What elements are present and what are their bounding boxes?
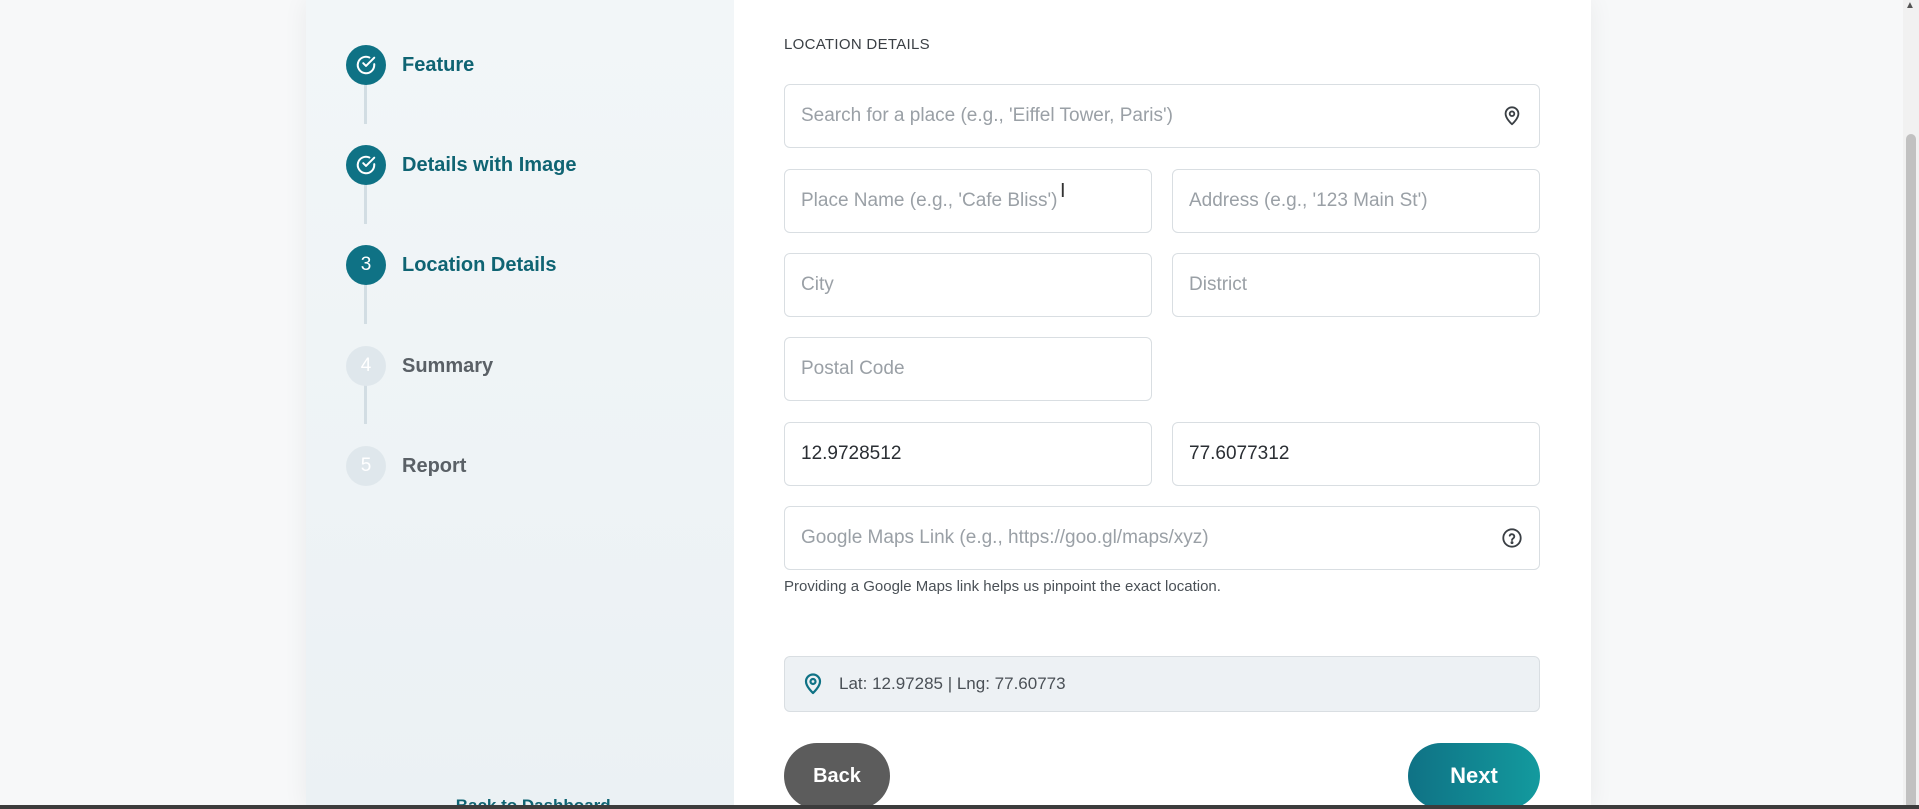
text-cursor-icon: I (1060, 180, 1066, 202)
step-label: Feature (402, 53, 475, 76)
maps-link-input[interactable] (801, 527, 1523, 549)
step-label: Report (402, 454, 467, 477)
scroll-up-icon[interactable]: ▲ (1905, 0, 1915, 11)
step-location-details[interactable]: 3 Location Details (346, 245, 556, 285)
maps-link-help-text: Providing a Google Maps link helps us pi… (784, 578, 1221, 595)
check-circle-icon (346, 145, 386, 185)
coordinates-display: Lat: 12.97285 | Lng: 77.60773 (784, 656, 1540, 712)
step-feature[interactable]: Feature (346, 45, 474, 85)
latitude-field (784, 422, 1152, 486)
step-connector (364, 384, 367, 424)
step-label: Location Details (402, 253, 557, 276)
place-name-field (784, 169, 1152, 233)
section-title: LOCATION DETAILS (784, 36, 930, 53)
scrollbar-thumb[interactable] (1906, 134, 1916, 809)
district-field (1172, 253, 1540, 317)
check-circle-icon (346, 45, 386, 85)
address-field (1172, 169, 1540, 233)
stepper-sidebar: Feature Details with Image 3 Location De… (306, 0, 734, 809)
step-details-with-image[interactable]: Details with Image (346, 145, 577, 185)
map-pin-icon (801, 672, 825, 696)
place-name-input[interactable] (801, 190, 1135, 212)
step-number: 3 (346, 245, 386, 285)
step-summary[interactable]: 4 Summary (346, 346, 493, 386)
search-input[interactable] (801, 105, 1523, 127)
back-button[interactable]: Back (784, 743, 890, 809)
address-input[interactable] (1189, 190, 1523, 212)
postal-code-input[interactable] (801, 358, 1135, 380)
search-field (784, 84, 1540, 148)
step-connector (364, 184, 367, 224)
next-button[interactable]: Next (1408, 743, 1540, 809)
step-connector (364, 284, 367, 324)
step-number: 5 (346, 446, 386, 486)
district-input[interactable] (1189, 274, 1523, 296)
step-label: Summary (402, 354, 494, 377)
postal-code-field (784, 337, 1152, 401)
longitude-field (1172, 422, 1540, 486)
form-card: Feature Details with Image 3 Location De… (306, 0, 1591, 809)
step-label: Details with Image (402, 153, 577, 176)
city-input[interactable] (801, 274, 1135, 296)
step-report[interactable]: 5 Report (346, 446, 466, 486)
city-field (784, 253, 1152, 317)
step-number: 4 (346, 346, 386, 386)
coordinates-text: Lat: 12.97285 | Lng: 77.60773 (839, 674, 1066, 693)
longitude-input[interactable] (1189, 443, 1523, 465)
window-bottom-edge (0, 805, 1919, 809)
location-form: LOCATION DETAILS Search for a place (e.g… (784, 0, 1540, 809)
latitude-input[interactable] (801, 443, 1135, 465)
question-circle-icon[interactable] (1501, 527, 1523, 549)
maps-link-field (784, 506, 1540, 570)
step-connector (364, 84, 367, 124)
map-pin-icon[interactable] (1501, 105, 1523, 127)
